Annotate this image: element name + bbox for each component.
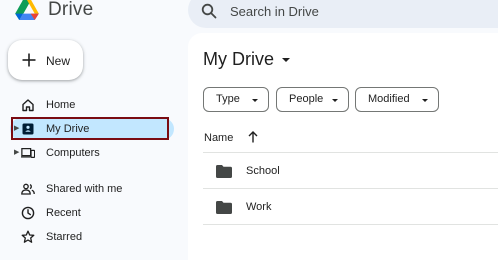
sidebar-item-label: Home	[46, 99, 76, 111]
row-divider	[203, 224, 498, 225]
highlight-annotation	[11, 117, 169, 140]
filter-type[interactable]: Type	[203, 87, 269, 112]
new-button[interactable]: New	[8, 40, 83, 80]
new-button-label: New	[46, 54, 71, 68]
search-icon[interactable]	[201, 3, 217, 19]
filter-label: Modified	[368, 93, 410, 105]
sidebar-item-starred[interactable]: Starred	[0, 225, 180, 249]
sidebar-item-label: Shared with me	[46, 183, 123, 195]
search-bar[interactable]: Search in Drive	[188, 0, 498, 28]
row-name: Work	[246, 201, 272, 213]
filter-modified[interactable]: Modified	[355, 87, 439, 112]
shared-icon	[21, 183, 35, 195]
page-title[interactable]: My Drive	[203, 49, 274, 70]
sidebar-item-label: Recent	[46, 207, 81, 219]
table-row[interactable]: School	[203, 152, 498, 188]
main-content: My Drive Type People Modified Name Schoo…	[188, 33, 498, 260]
search-input[interactable]: Search in Drive	[230, 4, 319, 19]
sidebar-item-computers[interactable]: ▶ Computers	[0, 141, 180, 165]
star-icon	[21, 230, 35, 243]
filter-label: Type	[216, 93, 240, 105]
title-dropdown-icon[interactable]	[282, 58, 290, 62]
sort-ascending-icon[interactable]	[247, 130, 259, 144]
folder-icon	[216, 165, 232, 178]
computers-icon	[21, 148, 35, 158]
column-header-name[interactable]: Name	[204, 132, 233, 144]
app-title: Drive	[48, 0, 94, 20]
dropdown-arrow-icon	[332, 99, 338, 102]
filter-people[interactable]: People	[276, 87, 349, 112]
home-icon	[22, 99, 34, 112]
drive-logo-icon[interactable]	[14, 0, 40, 20]
sidebar-item-shared-with-me[interactable]: Shared with me	[0, 177, 180, 201]
plus-icon	[22, 53, 36, 67]
sidebar-item-recent[interactable]: Recent	[0, 201, 180, 225]
folder-icon	[216, 201, 232, 214]
sidebar-item-label: Computers	[46, 147, 100, 159]
sidebar-item-home[interactable]: Home	[0, 93, 180, 117]
filter-label: People	[289, 93, 324, 105]
row-name: School	[246, 165, 280, 177]
table-row[interactable]: Work	[203, 188, 498, 224]
dropdown-arrow-icon	[422, 99, 428, 102]
expand-arrow-icon[interactable]: ▶	[14, 149, 19, 157]
sidebar-item-label: Starred	[46, 231, 83, 243]
clock-icon	[21, 206, 35, 220]
dropdown-arrow-icon	[252, 99, 258, 102]
